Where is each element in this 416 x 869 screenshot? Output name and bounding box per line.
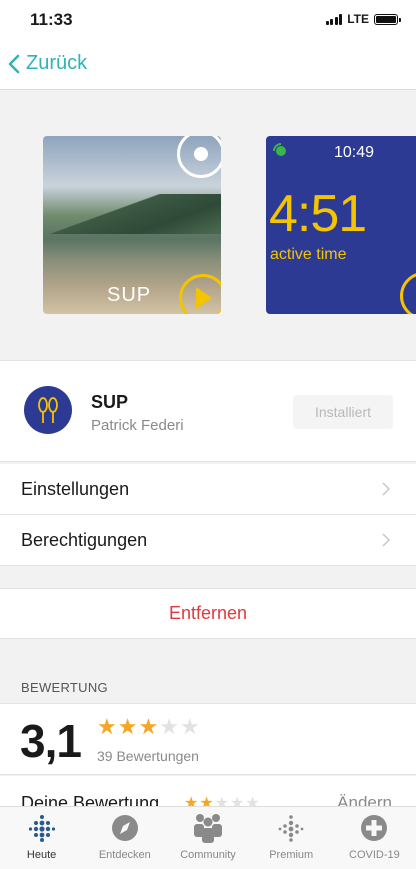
battery-icon (374, 13, 401, 25)
app-name: SUP (91, 392, 129, 412)
star-filled-icon: ★ (97, 714, 117, 739)
gps-icon (273, 143, 286, 156)
screenshot-watchface[interactable]: 10:49 4:51 active time (266, 136, 416, 314)
installed-button[interactable]: Installiert (293, 395, 393, 429)
ring-icon (400, 272, 416, 314)
settings-row[interactable]: Einstellungen (0, 464, 416, 515)
remove-button[interactable]: Entfernen (0, 588, 416, 639)
nav-bar: Zurück (0, 40, 416, 90)
star-filled-icon: ★ (138, 714, 159, 739)
star-filled-icon: ★ (184, 795, 199, 806)
change-rating-link[interactable]: Ändern (337, 793, 392, 806)
app-info: SUP Patrick Federi Installiert (0, 360, 416, 462)
watch-caption: active time (270, 246, 347, 263)
rating-count: 39 Bewertungen (97, 748, 199, 764)
status-indicators: LTE (325, 12, 401, 26)
settings-label: Einstellungen (21, 478, 130, 499)
watch-clock: 10:49 (334, 144, 375, 161)
back-label: Zurück (26, 52, 88, 74)
dots-grid-icon (28, 813, 56, 843)
compass-icon (111, 813, 139, 843)
status-bar: 11:33 LTE (0, 0, 416, 40)
tab-label: Premium (269, 849, 314, 861)
status-time: 11:33 (30, 10, 73, 29)
settings-list: Einstellungen Berechtigungen (0, 464, 416, 566)
tab-heute[interactable]: Heute (0, 807, 83, 869)
chevron-right-icon (382, 533, 390, 547)
paddle-icon (24, 386, 72, 434)
rating-section-title: BEWERTUNG (21, 680, 108, 695)
back-button[interactable]: Zurück (8, 52, 87, 75)
permissions-row[interactable]: Berechtigungen (0, 515, 416, 566)
star-filled-icon: ★ (199, 795, 214, 806)
play-icon (179, 274, 221, 314)
tab-entdecken[interactable]: Entdecken (83, 807, 166, 869)
sun-icon (177, 136, 221, 178)
tab-label: COVID-19 (349, 849, 400, 861)
your-rating-label: Deine Bewertung (21, 793, 160, 806)
screenshot-gallery[interactable]: SUP 10:49 4:51 active time (0, 91, 416, 359)
community-icon (191, 813, 225, 843)
your-rating-row[interactable]: Deine Bewertung ★ ★ ★ ★ ★ Ändern (0, 776, 416, 806)
rating-stars: ★ ★ ★ ★ ★ (97, 716, 200, 738)
watch-active-time: 4:51 (269, 185, 367, 243)
star-empty-icon: ★ (230, 795, 245, 806)
permissions-label: Berechtigungen (21, 529, 148, 550)
chevron-right-icon (382, 482, 390, 496)
star-empty-icon: ★ (179, 714, 200, 739)
tab-bar: Heute Entdecken Community Premium COVID-… (0, 806, 416, 869)
tab-community[interactable]: Community (166, 807, 249, 869)
premium-dots-icon (277, 813, 305, 843)
network-type: LTE (347, 12, 369, 26)
rating-summary: 3,1 ★ ★ ★ ★ ★ 39 Bewertungen (0, 703, 416, 775)
tab-label: Heute (26, 849, 57, 861)
star-empty-icon: ★ (214, 795, 230, 806)
plus-circle-icon (360, 813, 388, 843)
star-empty-icon: ★ (245, 795, 260, 806)
screenshot-sup-photo[interactable]: SUP (43, 136, 221, 314)
rating-score: 3,1 (20, 715, 82, 767)
app-author: Patrick Federi (91, 417, 184, 434)
chevron-left-icon (8, 54, 20, 73)
tab-label: Entdecken (98, 849, 151, 861)
star-filled-icon: ★ (117, 714, 138, 739)
your-rating-stars[interactable]: ★ ★ ★ ★ ★ (184, 793, 260, 806)
tab-label: Community (180, 849, 236, 861)
signal-icon (325, 13, 343, 25)
tab-covid[interactable]: COVID-19 (333, 807, 416, 869)
star-empty-icon: ★ (159, 714, 179, 739)
tab-premium[interactable]: Premium (250, 807, 333, 869)
screenshot-label: SUP (107, 284, 152, 306)
